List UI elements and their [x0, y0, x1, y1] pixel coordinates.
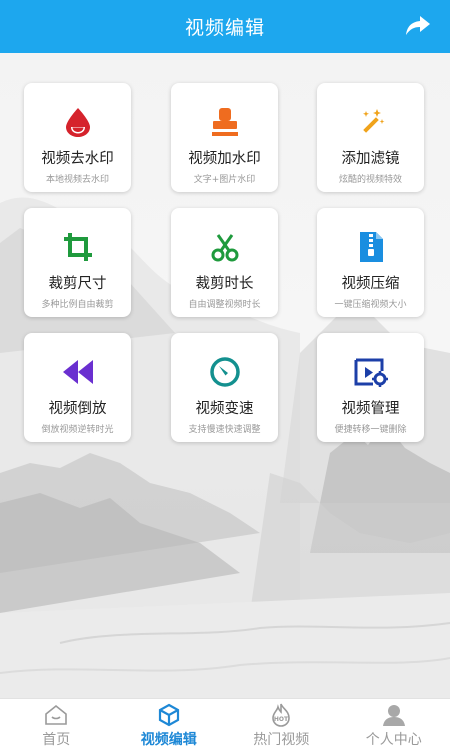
- tool-panel: 视频去水印 本地视频去水印 视频加水印 文字+图片水印 添加滤镜 炫酷的视频特效: [0, 53, 450, 698]
- tool-subtitle: 一键压缩视频大小: [334, 300, 407, 310]
- tool-title: 裁剪时长: [195, 276, 254, 292]
- tab-home[interactable]: 首页: [0, 699, 113, 750]
- tool-subtitle: 多种比例自由裁剪: [41, 300, 114, 310]
- scissors-icon: [211, 234, 238, 262]
- crop-icon: [63, 233, 92, 261]
- tool-subtitle: 支持慢速快速调整: [188, 425, 261, 435]
- tool-card-trim-duration[interactable]: 裁剪时长 自由调整视频时长: [171, 208, 278, 317]
- tool-title: 视频加水印: [188, 151, 261, 167]
- zip-file-icon: [359, 232, 383, 262]
- tool-title: 视频管理: [341, 401, 400, 417]
- tool-title: 裁剪尺寸: [48, 276, 107, 292]
- tool-card-add-watermark[interactable]: 视频加水印 文字+图片水印: [171, 83, 278, 192]
- tool-subtitle: 倒放视频逆转时光: [41, 425, 114, 435]
- tool-title: 视频变速: [195, 401, 254, 417]
- svg-text:HOT: HOT: [274, 716, 289, 723]
- tool-card-remove-watermark[interactable]: 视频去水印 本地视频去水印: [24, 83, 131, 192]
- stamp-icon: [211, 108, 238, 136]
- tool-title: 添加滤镜: [341, 151, 400, 167]
- cube-icon: [158, 703, 179, 727]
- tool-title: 视频倒放: [48, 401, 107, 417]
- rewind-icon: [62, 360, 93, 384]
- tool-card-add-filter[interactable]: 添加滤镜 炫酷的视频特效: [317, 83, 424, 192]
- water-drop-icon: [65, 108, 90, 137]
- speedometer-icon: [209, 357, 240, 387]
- tab-video-edit[interactable]: 视频编辑: [113, 699, 226, 750]
- magic-wand-icon: [362, 109, 384, 133]
- tab-label: 热门视频: [253, 732, 310, 748]
- video-settings-icon: [354, 358, 388, 387]
- share-arrow-icon: [406, 16, 430, 35]
- tool-subtitle: 便捷转移一键删除: [334, 425, 407, 435]
- share-button[interactable]: [404, 13, 432, 39]
- tool-card-crop-size[interactable]: 裁剪尺寸 多种比例自由裁剪: [24, 208, 131, 317]
- person-icon: [382, 705, 405, 726]
- tool-subtitle: 炫酷的视频特效: [338, 175, 402, 185]
- tool-subtitle: 文字+图片水印: [193, 175, 256, 185]
- tab-label: 个人中心: [365, 732, 422, 748]
- tab-label: 首页: [42, 732, 71, 748]
- tool-card-change-speed[interactable]: 视频变速 支持慢速快速调整: [171, 333, 278, 442]
- page-title: 视频编辑: [184, 17, 265, 39]
- tab-profile[interactable]: 个人中心: [338, 699, 450, 750]
- bottom-tab-bar: 首页 视频编辑 HOT 热门视频 个人中心: [0, 698, 450, 750]
- tool-subtitle: 自由调整视频时长: [188, 300, 261, 310]
- hot-icon: HOT: [272, 703, 291, 727]
- tool-card-reverse[interactable]: 视频倒放 倒放视频逆转时光: [24, 333, 131, 442]
- top-bar: 视频编辑: [0, 0, 450, 53]
- tab-hot-videos[interactable]: HOT 热门视频: [225, 699, 338, 750]
- tool-subtitle: 本地视频去水印: [45, 175, 109, 185]
- tool-card-manage-videos[interactable]: 视频管理 便捷转移一键删除: [317, 333, 424, 442]
- tool-title: 视频压缩: [341, 276, 400, 292]
- home-icon: [45, 704, 68, 725]
- tool-card-compress[interactable]: 视频压缩 一键压缩视频大小: [317, 208, 424, 317]
- tab-label: 视频编辑: [140, 732, 197, 748]
- tool-title: 视频去水印: [41, 151, 114, 167]
